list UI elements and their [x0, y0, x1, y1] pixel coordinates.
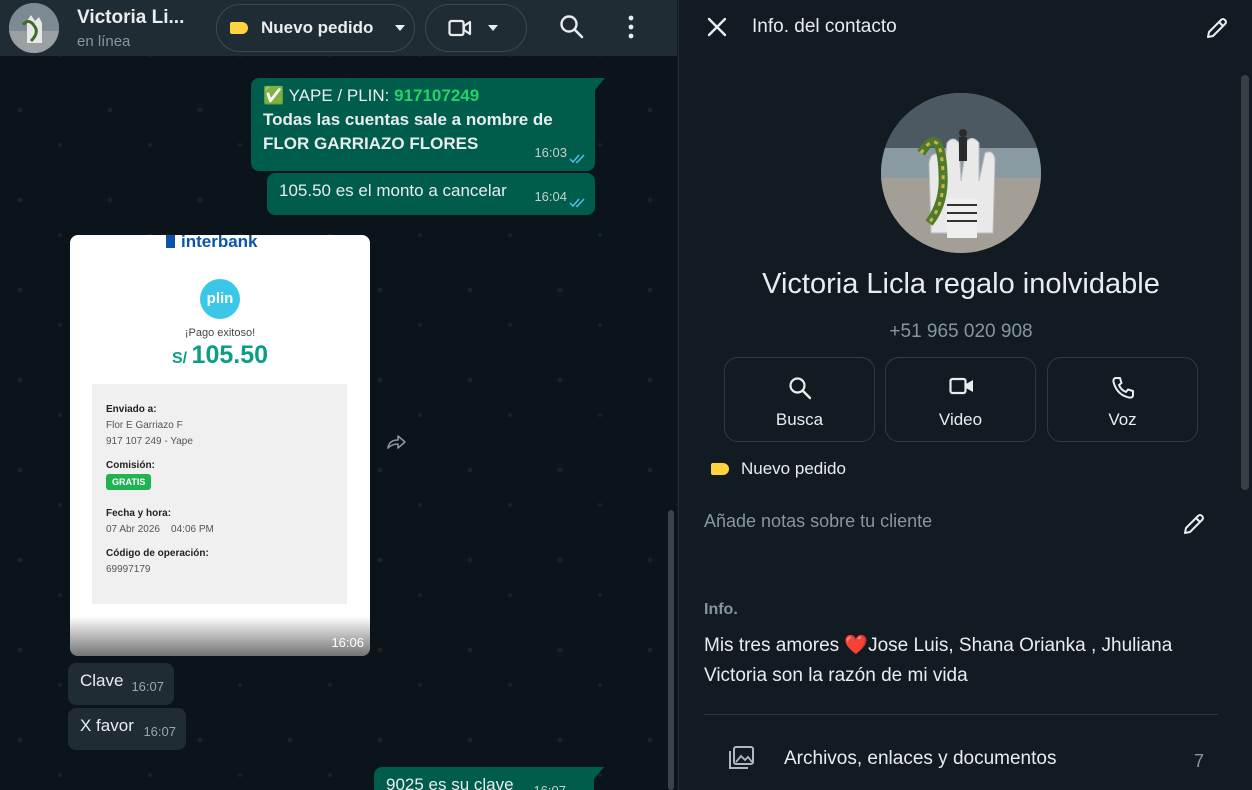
contact-phone: +51 965 020 908: [889, 321, 1033, 342]
media-links-docs-row[interactable]: Archivos, enlaces y documentos 7: [679, 740, 1243, 780]
message-text: YAPE / PLIN:: [288, 86, 395, 105]
receipt-badge: GRATIS: [106, 474, 152, 490]
contact-info-panel: Info. del contacto Victoria Licla regalo…: [678, 0, 1252, 790]
message-text: 9025 es su clave: [386, 775, 514, 790]
receipt-value: 69997179: [106, 564, 151, 575]
message-incoming[interactable]: X favor 16:07: [68, 708, 186, 750]
divider: [704, 714, 1218, 715]
contact-label-text: Nuevo pedido: [741, 459, 846, 478]
voice-call-button[interactable]: Voz: [1047, 357, 1198, 442]
double-check-icon: [569, 154, 585, 164]
message-time: 16:03: [534, 145, 567, 160]
search-button-label: Busca: [775, 410, 824, 429]
double-check-icon: [569, 198, 585, 208]
edit-icon[interactable]: [1182, 512, 1206, 536]
more-options-icon[interactable]: [621, 14, 641, 40]
voice-call-label: Voz: [1108, 410, 1137, 429]
message-image[interactable]: Interbank plin ¡Pago exitoso! S/ 105.50 …: [70, 235, 370, 656]
phone-number-link[interactable]: 917107249: [394, 86, 479, 105]
chat-pane: Victoria Li... en línea Nuevo pedido ✅ Y…: [0, 0, 677, 790]
chevron-down-icon: [395, 25, 406, 31]
search-icon[interactable]: [559, 14, 585, 40]
receipt-value: 917 107 249 - Yape: [106, 436, 193, 447]
video-call-label: Video: [938, 410, 983, 429]
message-time: 16:06: [331, 635, 364, 650]
notes-field[interactable]: Añade notas sobre tu cliente: [704, 511, 932, 532]
phone-icon: [1112, 377, 1134, 399]
label-tag-icon: [711, 463, 729, 475]
contact-name: Victoria Licla regalo inolvidable: [762, 268, 1160, 300]
gallery-icon: [729, 746, 754, 769]
message-incoming[interactable]: Clave 16:07: [68, 663, 174, 705]
video-icon: [949, 377, 973, 395]
video-call-button[interactable]: Video: [885, 357, 1036, 442]
label-tag-icon: [230, 22, 248, 34]
about-text-part: Mis tres amores: [704, 635, 845, 656]
check-emoji-icon: ✅: [263, 86, 285, 105]
receipt-status: ¡Pago exitoso!: [184, 327, 256, 339]
message-text: Clave: [80, 671, 124, 690]
message-outgoing[interactable]: 9025 es su clave 16:07: [374, 767, 594, 790]
message-time: 16:07: [533, 779, 566, 790]
label-dropdown-text: Nuevo pedido: [261, 18, 374, 37]
media-row-label: Archivos, enlaces y documentos: [784, 748, 1057, 769]
message-outgoing[interactable]: 105.50 es el monto a cancelar 16:04: [267, 173, 595, 215]
panel-title: Info. del contacto: [752, 16, 897, 37]
image-shade: [70, 616, 370, 656]
video-icon: [448, 19, 472, 37]
receipt-details: Enviado a: Flor E Garriazo F 917 107 249…: [92, 384, 347, 604]
receipt-label: Código de operación:: [106, 548, 209, 559]
heart-emoji-icon: ❤️: [844, 635, 869, 656]
plin-logo: plin: [200, 279, 240, 319]
bank-logo: Interbank: [166, 235, 258, 252]
contact-info-header: Info. del contacto: [679, 0, 1252, 56]
bubble-tail: [594, 767, 604, 779]
edit-icon[interactable]: [1205, 16, 1229, 40]
message-list[interactable]: ✅ YAPE / PLIN: 917107249 Todas las cuent…: [0, 56, 677, 790]
message-time: 16:04: [534, 189, 567, 204]
chat-status: en línea: [77, 32, 131, 50]
about-text: Mis tres amores ❤️Jose Luis, Shana Orian…: [704, 631, 1204, 691]
receipt-label: Comisión:: [106, 460, 155, 471]
media-count: 7: [1194, 751, 1205, 771]
chat-header[interactable]: Victoria Li... en línea Nuevo pedido: [0, 0, 677, 56]
receipt-amount: S/ 105.50: [171, 341, 269, 369]
receipt-label: Enviado a:: [106, 404, 157, 415]
receipt-label: Fecha y hora:: [106, 508, 172, 519]
chat-scrollbar[interactable]: [668, 510, 674, 790]
message-text: 105.50 es el monto a cancelar: [279, 181, 507, 200]
chat-title[interactable]: Victoria Li...: [77, 7, 195, 29]
message-text: Todas las cuentas sale a nombre de: [263, 110, 553, 129]
search-icon: [789, 377, 812, 400]
message-time: 16:07: [143, 724, 176, 739]
avatar[interactable]: [9, 3, 59, 53]
message-outgoing[interactable]: ✅ YAPE / PLIN: 917107249 Todas las cuent…: [251, 78, 595, 171]
contact-label[interactable]: Nuevo pedido: [711, 459, 846, 479]
receipt-value: Flor E Garriazo F: [106, 420, 183, 431]
receipt-value: 07 Abr 2026 04:06 PM: [106, 524, 214, 535]
label-dropdown[interactable]: Nuevo pedido: [216, 4, 415, 52]
bubble-tail: [595, 78, 605, 90]
about-heading: Info.: [704, 601, 738, 618]
message-time: 16:07: [131, 679, 164, 694]
close-icon[interactable]: [706, 16, 728, 38]
search-button[interactable]: Busca: [724, 357, 875, 442]
call-dropdown[interactable]: [425, 4, 527, 52]
profile-photo[interactable]: [881, 93, 1041, 253]
message-text: X favor: [80, 716, 134, 735]
chevron-down-icon: [488, 25, 498, 31]
forward-icon[interactable]: [386, 434, 408, 450]
